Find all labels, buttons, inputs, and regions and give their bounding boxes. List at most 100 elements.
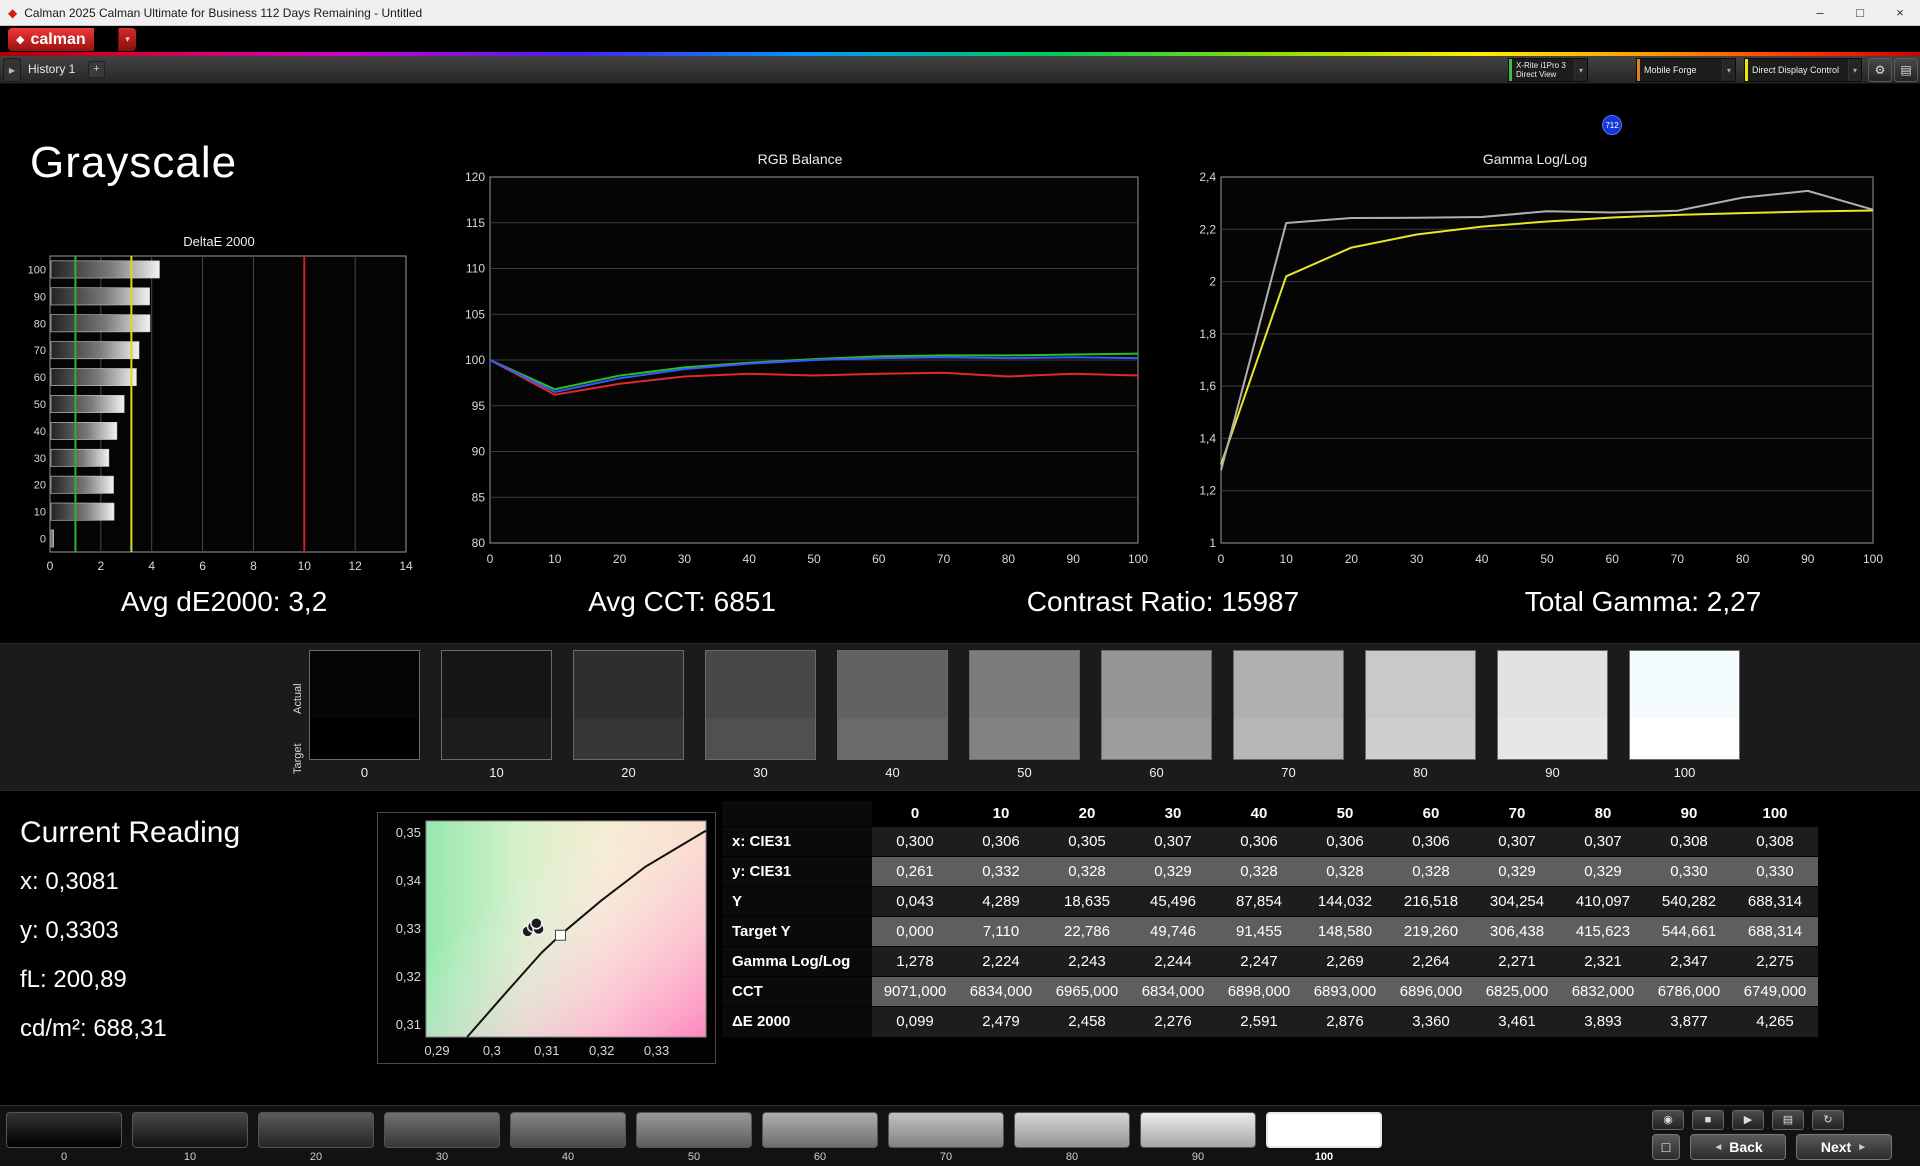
table-cell: 0,307: [1474, 826, 1560, 857]
svg-text:10: 10: [1280, 552, 1294, 566]
table-cell: 7,110: [958, 916, 1044, 947]
measured-point: [530, 916, 543, 930]
pattern-button-100[interactable]: [1266, 1112, 1382, 1148]
table-cell: 91,455: [1216, 916, 1302, 947]
pattern-button-40[interactable]: [510, 1112, 626, 1148]
svg-text:0: 0: [47, 559, 54, 573]
table-cell: 0,308: [1646, 826, 1732, 857]
pattern-cell-30: 30: [384, 1112, 500, 1163]
swatch-actual-color: [1630, 651, 1739, 718]
next-button[interactable]: Next ►: [1796, 1134, 1892, 1160]
chevron-down-icon[interactable]: ▾: [1574, 59, 1587, 81]
table-cell: 0,306: [1302, 826, 1388, 857]
svg-text:20: 20: [613, 552, 627, 566]
table-cell: 144,032: [1302, 886, 1388, 917]
svg-text:4: 4: [148, 559, 155, 573]
table-cell: 2,224: [958, 946, 1044, 977]
add-layout-button[interactable]: +: [88, 61, 105, 78]
deltae-bar-0: [50, 529, 54, 548]
pattern-button-30[interactable]: [384, 1112, 500, 1148]
table-cell: 3,461: [1474, 1006, 1560, 1037]
svg-text:30: 30: [1410, 552, 1424, 566]
pattern-label: 70: [939, 1151, 953, 1163]
svg-text:80: 80: [1002, 552, 1016, 566]
calman-logo[interactable]: ◆ calman: [8, 28, 94, 51]
svg-text:120: 120: [465, 171, 485, 184]
swatch-actual-color: [442, 651, 551, 718]
toolbar: ▶ History 1 + X-Rite i1Pro 3 Direct View…: [0, 56, 1920, 135]
table-row-label: Y: [722, 886, 872, 917]
pattern-cell-10: 10: [132, 1112, 248, 1163]
table-cell: 0,329: [1560, 856, 1646, 887]
maximize-button[interactable]: □: [1840, 0, 1880, 25]
pattern-grid-icon[interactable]: ▤: [1772, 1110, 1804, 1130]
table-column-header: 60: [1388, 800, 1474, 827]
gear-icon[interactable]: ⚙: [1868, 58, 1892, 82]
display-control-name: Direct Display Control: [1752, 64, 1840, 75]
pattern-label: 90: [1191, 1151, 1205, 1163]
table-cell: 219,260: [1388, 916, 1474, 947]
pattern-cell-0: 0: [6, 1112, 122, 1163]
swatch-target-color: [442, 717, 551, 759]
close-button[interactable]: ×: [1880, 0, 1920, 25]
svg-text:0: 0: [40, 534, 46, 546]
table-row: CCT 9071,000 6834,000 6965,000 6834,000 6898,…: [722, 976, 1818, 1007]
back-button[interactable]: ◄ Back: [1690, 1134, 1786, 1160]
table-row: y: CIE31 0,261 0,332 0,328 0,329 0,328 0,328 0,…: [722, 856, 1818, 887]
source-dropdown[interactable]: Mobile Forge ▾: [1636, 58, 1736, 82]
pattern-window-button[interactable]: □: [1652, 1134, 1680, 1160]
chevron-down-icon[interactable]: ▾: [1848, 59, 1861, 81]
pattern-button-70[interactable]: [888, 1112, 1004, 1148]
pattern-button-60[interactable]: [762, 1112, 878, 1148]
table-cell: 0,000: [872, 916, 958, 947]
table-row-label: y: CIE31: [722, 856, 872, 887]
pattern-button-20[interactable]: [258, 1112, 374, 1148]
display-control-dropdown[interactable]: Direct Display Control ▾: [1744, 58, 1862, 82]
svg-text:10: 10: [34, 507, 46, 519]
table-cell: 0,099: [872, 1006, 958, 1037]
table-cell: 0,306: [1388, 826, 1474, 857]
pattern-button-0[interactable]: [6, 1112, 122, 1148]
refresh-icon[interactable]: ↻: [1812, 1110, 1844, 1130]
table-row: ΔE 2000 0,099 2,479 2,458 2,276 2,591 2,876 3,3…: [722, 1006, 1818, 1037]
table-cell: 6834,000: [958, 976, 1044, 1007]
table-cell: 0,329: [1130, 856, 1216, 887]
pattern-label: 0: [60, 1151, 68, 1163]
pattern-button-90[interactable]: [1140, 1112, 1256, 1148]
svg-text:10: 10: [548, 552, 562, 566]
minimize-button[interactable]: –: [1800, 0, 1840, 25]
meter-dropdown[interactable]: X-Rite i1Pro 3 Direct View ▾: [1508, 58, 1588, 82]
table-column-header: 50: [1302, 800, 1388, 827]
svg-text:1: 1: [1209, 536, 1216, 550]
stop-icon[interactable]: ■: [1692, 1110, 1724, 1130]
pattern-button-50[interactable]: [636, 1112, 752, 1148]
svg-text:8: 8: [250, 559, 257, 573]
svg-text:50: 50: [807, 552, 821, 566]
meter-icon[interactable]: ◉: [1652, 1110, 1684, 1130]
title-bar: ◆ Calman 2025 Calman Ultimate for Busine…: [0, 0, 1920, 26]
history-tab[interactable]: History 1: [28, 62, 75, 76]
pattern-button-10[interactable]: [132, 1112, 248, 1148]
table-cell: 6834,000: [1130, 976, 1216, 1007]
history-expand-button[interactable]: ▶: [3, 58, 21, 82]
window-controls: – □ ×: [1800, 0, 1920, 25]
layout-icon[interactable]: ▤: [1894, 58, 1918, 82]
table-row-label: ΔE 2000: [722, 1006, 872, 1037]
pattern-button-80[interactable]: [1014, 1112, 1130, 1148]
table-row-label: Target Y: [722, 916, 872, 947]
table-cell: 4,289: [958, 886, 1044, 917]
table-cell: 4,265: [1732, 1006, 1818, 1037]
meter-count-badge[interactable]: 712: [1602, 115, 1622, 135]
results-table: 0 10 20 30 40 50 60 70 80 90 100 x: CIE31 0,300 0,306…: [722, 800, 1818, 1037]
total-gamma-value: Total Gamma: 2,27: [1524, 586, 1762, 617]
pattern-cell-40: 40: [510, 1112, 626, 1163]
swatch-box: [837, 650, 948, 760]
logo-dropdown-arrow-icon[interactable]: ▾: [118, 28, 136, 51]
deltae-bar-70: [50, 341, 140, 360]
table-cell: 148,580: [1302, 916, 1388, 947]
pattern-label: 50: [687, 1151, 701, 1163]
play-icon[interactable]: ▶: [1732, 1110, 1764, 1130]
pattern-label: 80: [1065, 1151, 1079, 1163]
chevron-down-icon[interactable]: ▾: [1722, 59, 1735, 81]
swatch-actual-color: [1234, 651, 1343, 718]
